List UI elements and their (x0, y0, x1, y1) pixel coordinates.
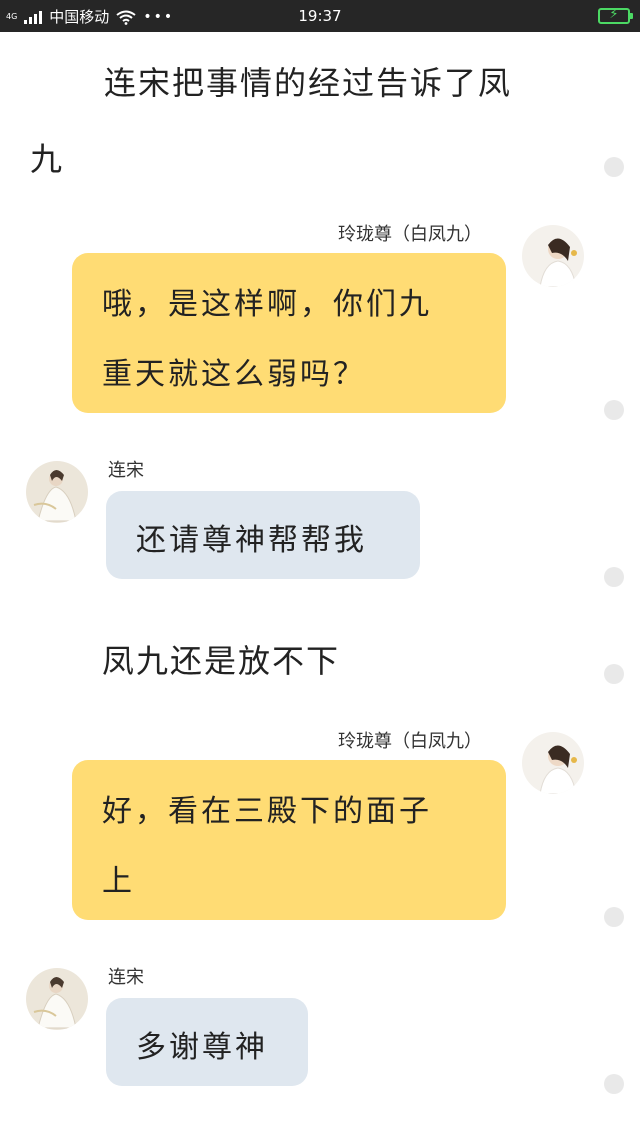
sender-name: 玲珑尊（白凤九） (338, 224, 482, 245)
charging-icon: ⚡ (609, 7, 619, 22)
message-text: 重天就这么弱吗？ (102, 357, 366, 392)
scroll-dot[interactable] (604, 567, 624, 587)
avatar[interactable] (26, 461, 88, 523)
avatar-portrait-icon (522, 732, 584, 794)
avatar[interactable] (522, 732, 584, 794)
status-time: 19:37 (298, 7, 342, 25)
message-text: 多谢尊神 (136, 1030, 268, 1065)
scroll-dot[interactable] (604, 157, 624, 177)
status-bar: 4G 中国移动 ••• 19:37 ⚡ (0, 0, 640, 32)
sender-name: 玲珑尊（白凤九） (338, 731, 482, 752)
message-text: 好，看在三殿下的面子 (102, 794, 432, 829)
narration-line: 凤九还是放不下 (102, 642, 341, 680)
message-bubble[interactable]: 多谢尊神 (106, 998, 308, 1086)
message-bubble[interactable]: 还请尊神帮帮我 (106, 491, 420, 579)
avatar-portrait-icon (26, 968, 88, 1030)
scroll-dot[interactable] (604, 664, 624, 684)
message-text: 还请尊神帮帮我 (136, 523, 367, 558)
sender-name: 连宋 (108, 967, 144, 988)
message-bubble[interactable]: 哦，是这样啊，你们九 重天就这么弱吗？ (72, 253, 506, 413)
narration-line: 连宋把事情的经过告诉了凤 (104, 64, 513, 102)
sender-name: 连宋 (108, 460, 144, 481)
message-text: 哦，是这样啊，你们九 (102, 287, 432, 322)
battery-icon: ⚡ (598, 7, 633, 24)
avatar-portrait-icon (522, 225, 584, 287)
scroll-dot[interactable] (604, 400, 624, 420)
message-text: 上 (102, 864, 135, 899)
avatar[interactable] (522, 225, 584, 287)
scroll-dot[interactable] (604, 907, 624, 927)
scroll-dot[interactable] (604, 1074, 624, 1094)
avatar[interactable] (26, 968, 88, 1030)
avatar-portrait-icon (26, 461, 88, 523)
message-bubble[interactable]: 好，看在三殿下的面子 上 (72, 760, 506, 920)
narration-line: 九 (30, 140, 65, 178)
